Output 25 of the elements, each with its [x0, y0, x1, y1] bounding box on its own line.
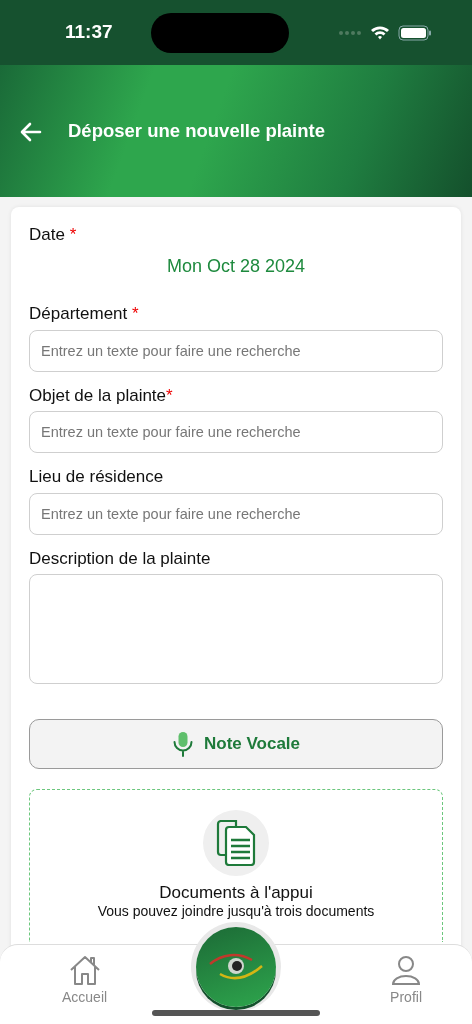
status-time: 11:37 — [65, 20, 113, 45]
home-tab[interactable]: Accueil — [62, 955, 108, 1015]
field-label: Description de la plainte — [29, 548, 212, 569]
battery-icon — [398, 24, 432, 41]
search-field[interactable]: Entrez un texte pour faire une recherche — [29, 492, 443, 535]
field-label: Lieu de résidence — [29, 467, 165, 488]
microphone-icon — [171, 730, 194, 757]
profile-tab[interactable]: Profil — [390, 955, 422, 1015]
field-label: Objet de la plainte* — [29, 385, 174, 407]
page-title: Déposer une nouvelle plainte — [68, 119, 325, 143]
documents-hint: Vous pouvez joindre jusqu'à trois documents — [97, 903, 375, 921]
documents-title: Documents à l'appui — [159, 882, 313, 904]
date-value[interactable]: Mon Oct 28 2024 — [29, 253, 443, 281]
field-label: Département * — [29, 304, 140, 325]
search-field[interactable]: Entrez un texte pour faire une recherche — [29, 329, 443, 372]
field-label: Date * — [29, 225, 78, 246]
signal-icon — [338, 29, 362, 36]
home-icon — [68, 955, 101, 985]
eye-logo-icon — [208, 952, 264, 982]
description-field[interactable] — [29, 573, 443, 684]
wifi-icon — [370, 25, 390, 40]
search-field[interactable]: Entrez un texte pour faire une recherche — [29, 411, 443, 454]
documents-icon — [216, 819, 256, 866]
person-icon — [391, 955, 422, 985]
voice-note-button[interactable]: Note Vocale — [29, 718, 443, 769]
